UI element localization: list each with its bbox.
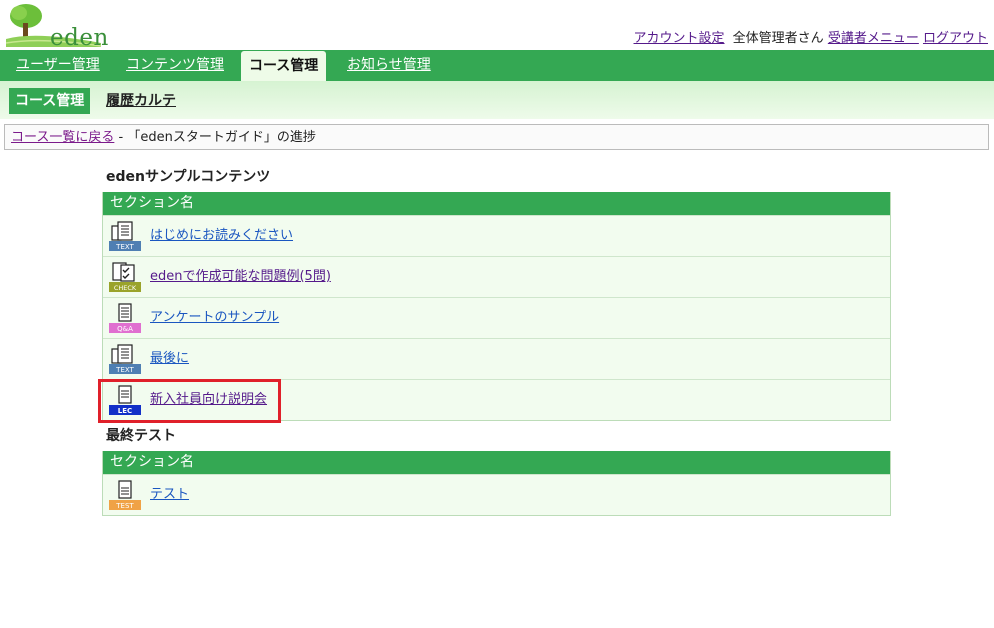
test-icon: TEST bbox=[109, 480, 141, 510]
badge-text: CHECK bbox=[114, 284, 137, 292]
learner-menu-link[interactable]: 受講者メニュー bbox=[828, 31, 919, 46]
top-links: アカウント設定 全体管理者さん 受講者メニュー ログアウト bbox=[634, 27, 988, 46]
group-title: 最終テスト bbox=[106, 428, 176, 444]
back-to-course-list-link[interactable]: コース一覧に戻る bbox=[11, 130, 114, 145]
account-settings-link[interactable]: アカウント設定 bbox=[634, 31, 725, 46]
section-link-finally[interactable]: 最後に bbox=[150, 339, 189, 379]
subnav-history-link[interactable]: 履歴カルテ bbox=[106, 88, 176, 114]
section-row: TEST テスト bbox=[103, 474, 890, 515]
tab-notice-management[interactable]: お知らせ管理 bbox=[339, 50, 439, 81]
section-row: CHECK edenで作成可能な問題例(5問) bbox=[103, 256, 890, 297]
section-link-intro[interactable]: はじめにお読みください bbox=[150, 216, 293, 256]
section-link-new-employee-briefing[interactable]: 新入社員向け説明会 bbox=[150, 380, 267, 420]
badge-text: TEXT bbox=[115, 366, 134, 374]
logout-link[interactable]: ログアウト bbox=[923, 31, 988, 46]
column-header: セクション名 bbox=[103, 192, 890, 215]
lecture-icon: LEC bbox=[109, 385, 141, 415]
subnav-course-management[interactable]: コース管理 bbox=[9, 88, 91, 114]
column-header: セクション名 bbox=[103, 451, 890, 474]
text-doc-icon: TEXT bbox=[109, 344, 141, 374]
brand-name: eden bbox=[50, 25, 109, 51]
section-link-survey-sample[interactable]: アンケートのサンプル bbox=[150, 298, 279, 338]
tab-course-management[interactable]: コース管理 bbox=[241, 51, 327, 81]
breadcrumb-separator: - bbox=[114, 130, 128, 145]
section-table: セクション名 TEXT はじめにお読みください CHECK edenで作成可能な… bbox=[102, 192, 891, 421]
user-name: 全体管理者さん bbox=[732, 31, 824, 46]
section-row: TEXT 最後に bbox=[103, 338, 890, 379]
progress-content: edenサンプルコンテンツ セクション名 TEXT はじめにお読みください CH… bbox=[102, 166, 891, 516]
section-link-question-examples[interactable]: edenで作成可能な問題例(5問) bbox=[150, 257, 331, 297]
text-doc-icon: TEXT bbox=[109, 221, 141, 251]
eden-logo: eden bbox=[5, 3, 108, 51]
breadcrumb: コース一覧に戻る - 「edenスタートガイド」の進捗 bbox=[4, 124, 989, 150]
header: eden アカウント設定 全体管理者さん 受講者メニュー ログアウト bbox=[0, 0, 994, 51]
check-quiz-icon: CHECK bbox=[109, 262, 141, 292]
section-link-test[interactable]: テスト bbox=[150, 475, 189, 515]
badge-text: TEST bbox=[115, 502, 134, 510]
tab-content-management[interactable]: コンテンツ管理 bbox=[118, 50, 232, 81]
section-row: LEC 新入社員向け説明会 bbox=[103, 379, 890, 420]
main-nav: ユーザー管理 コンテンツ管理 コース管理 お知らせ管理 bbox=[0, 50, 994, 81]
section-table: セクション名 TEST テスト bbox=[102, 451, 891, 516]
breadcrumb-current: 「edenスタートガイド」の進捗 bbox=[127, 130, 316, 145]
tab-user-management[interactable]: ユーザー管理 bbox=[8, 50, 108, 81]
badge-text: LEC bbox=[118, 407, 132, 415]
section-row: TEXT はじめにお読みください bbox=[103, 215, 890, 256]
sub-nav: コース管理 履歴カルテ bbox=[0, 81, 994, 119]
survey-icon: Q&A bbox=[109, 303, 141, 333]
section-row: Q&A アンケートのサンプル bbox=[103, 297, 890, 338]
badge-text: Q&A bbox=[117, 325, 133, 333]
group-title: edenサンプルコンテンツ bbox=[106, 169, 271, 185]
badge-text: TEXT bbox=[115, 243, 134, 251]
